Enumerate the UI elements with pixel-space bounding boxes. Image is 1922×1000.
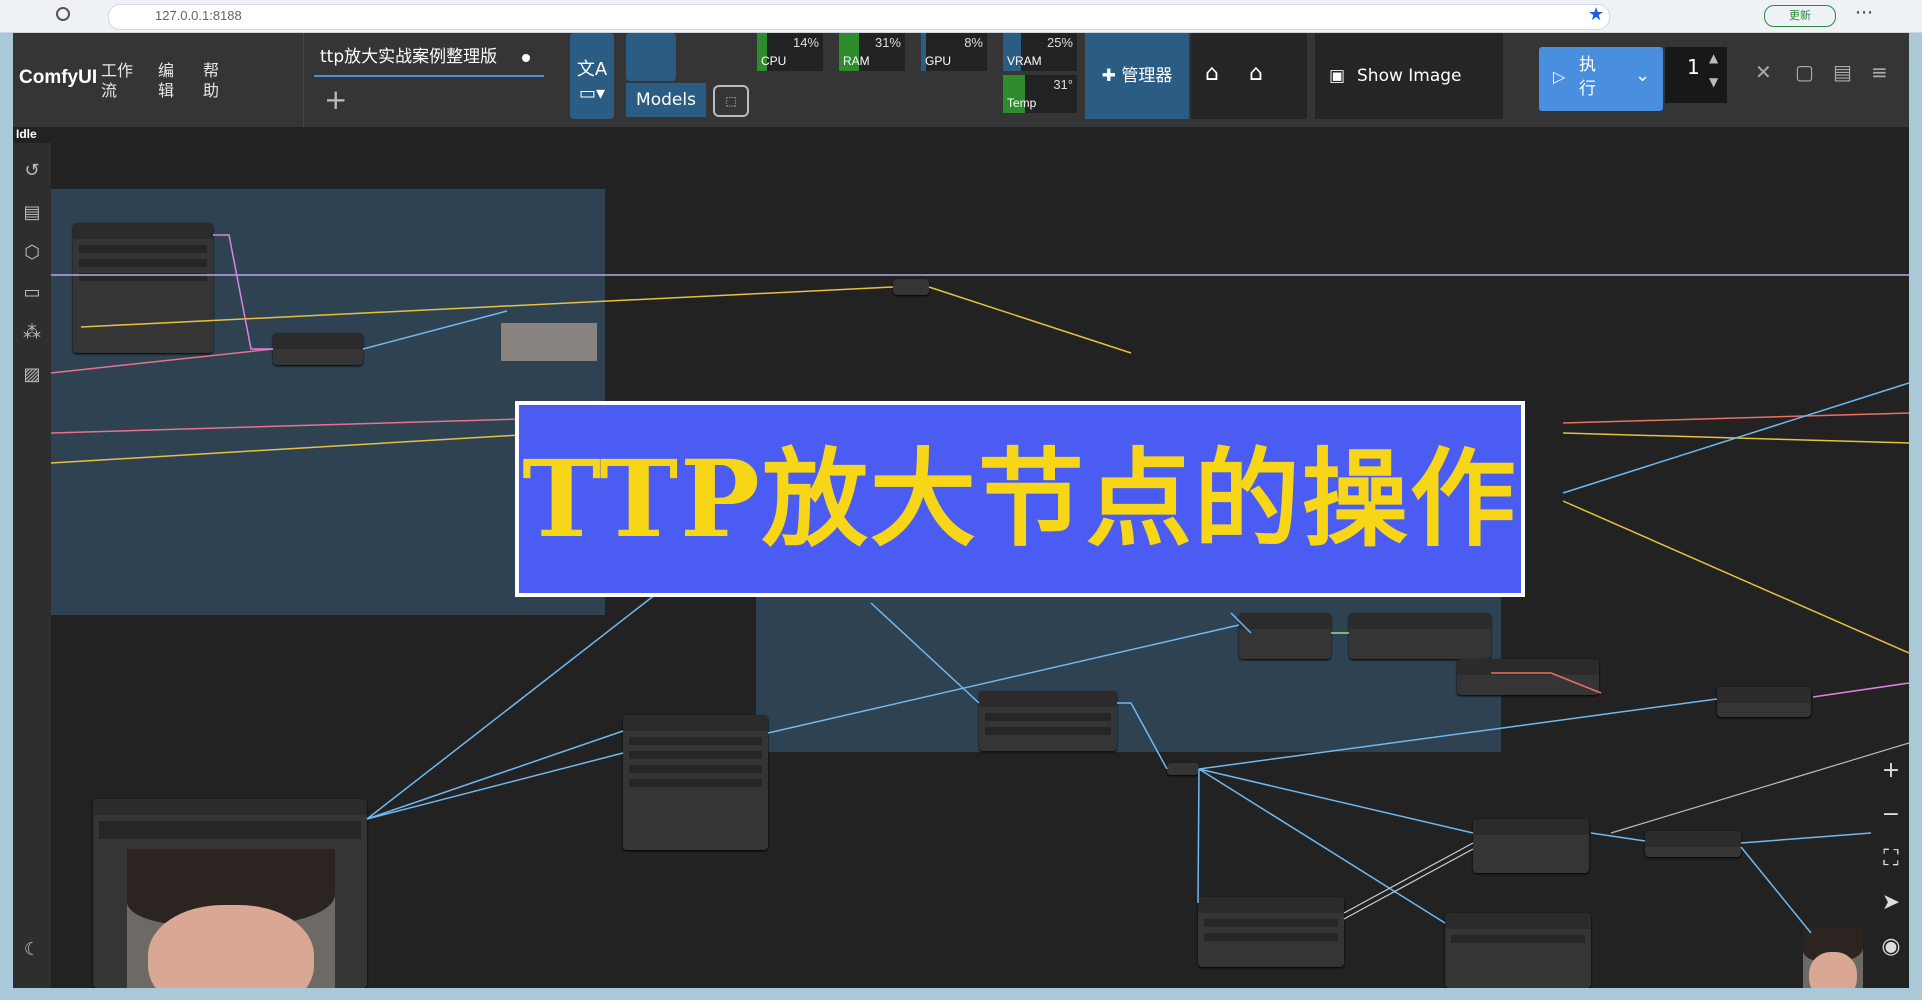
ram-value: 31% <box>874 35 901 50</box>
extension-buttons: ⌂ ⌂ <box>1191 33 1307 119</box>
cpu-value: 14% <box>792 35 819 50</box>
image-icon[interactable]: ▨ <box>22 365 42 385</box>
manager-label: 管理器 <box>1121 66 1173 86</box>
cube-icon[interactable]: ⬡ <box>22 243 42 263</box>
vram-value: 25% <box>1046 35 1073 50</box>
menu-workflow[interactable]: 工作流 <box>101 61 141 101</box>
moon-icon[interactable]: ☾ <box>22 940 42 960</box>
manager-button[interactable]: ✚ 管理器 <box>1085 33 1189 119</box>
run-button[interactable]: ▷ 执行 ⌄ <box>1539 47 1663 111</box>
browser-menu-icon[interactable]: ⋯ <box>1855 2 1873 23</box>
tab-workflow[interactable]: ttp放大实战案例整理版 <box>314 37 544 77</box>
image-feed-icon: ▣ <box>1329 66 1346 86</box>
folder-icon[interactable]: ▭ <box>22 283 42 303</box>
new-tab-plus-icon[interactable]: + <box>324 83 347 116</box>
pointer-mode-icon[interactable]: ➤ <box>1871 881 1909 925</box>
increment-icon[interactable]: ▲ <box>1709 51 1718 65</box>
focus-mode-icon[interactable]: ▢ <box>1795 60 1814 84</box>
unsaved-dot-icon <box>522 54 530 62</box>
vram-label: VRAM <box>1007 54 1042 68</box>
model-manager-icon[interactable] <box>626 33 676 81</box>
translate-button[interactable]: 文A ▭▾ <box>570 33 614 119</box>
tab-title: ttp放大实战案例整理版 <box>320 47 498 67</box>
zoom-out-icon[interactable]: − <box>1871 793 1909 837</box>
banner-text: TTP放大节点的操作 <box>522 436 1518 561</box>
run-label: 执行 <box>1579 55 1596 99</box>
menu-edit[interactable]: 编辑 <box>158 61 178 101</box>
models-button[interactable]: Models <box>626 83 706 117</box>
temp-value: 31° <box>1053 77 1073 92</box>
title-banner: TTP放大节点的操作 <box>515 401 1525 597</box>
vram-monitor: 25% VRAM <box>1003 33 1077 71</box>
workflow-tabs: ttp放大实战案例整理版 + <box>303 33 554 127</box>
cpu-monitor: 14% CPU <box>757 33 823 71</box>
gpu-monitor: 8% GPU <box>921 33 987 71</box>
hamburger-menu-icon[interactable]: ≡ <box>1871 60 1888 84</box>
sidebar: ↺ ▤ ⬡ ▭ ⁂ ▨ ☾ <box>13 143 51 988</box>
queue-count-stepper[interactable]: 1 ▲ ▼ <box>1665 47 1727 103</box>
cpu-label: CPU <box>761 54 787 68</box>
queue-count-value: 1 <box>1687 55 1700 79</box>
puzzle-icon: ✚ <box>1101 66 1116 86</box>
menu-help[interactable]: 帮助 <box>203 61 223 101</box>
show-image-feed-button[interactable]: ▣ Show Image Feed <box>1315 33 1503 172</box>
browser-update-button[interactable]: 更新 <box>1764 5 1836 27</box>
bookmark-star-icon[interactable]: ★ <box>1588 4 1604 25</box>
browser-chrome: 127.0.0.1:8188 ★ 更新 ⋯ <box>0 0 1922 33</box>
queue-icon[interactable]: ▤ <box>22 203 42 223</box>
gpu-value: 8% <box>964 35 983 50</box>
comfyui-app: ComfyUI 工作流 编辑 帮助 ttp放大实战案例整理版 + 文A ▭▾ M… <box>13 33 1909 988</box>
zoom-in-icon[interactable]: + <box>1871 749 1909 793</box>
temp-monitor: 31° Temp <box>1003 75 1077 113</box>
address-bar[interactable]: 127.0.0.1:8188 <box>108 4 1610 30</box>
play-icon: ▷ <box>1553 67 1566 86</box>
app-logo: ComfyUI <box>19 67 98 88</box>
fit-view-icon[interactable]: ⛶ <box>1871 837 1909 881</box>
translate-icon: 文A <box>576 59 608 80</box>
decrement-icon[interactable]: ▼ <box>1709 75 1718 89</box>
folder-dropdown-icon: ▭▾ <box>578 83 606 104</box>
chevron-down-icon[interactable]: ⌄ <box>1635 65 1650 86</box>
share-alt-icon[interactable]: ⌂ <box>1249 61 1263 86</box>
history-icon[interactable]: ↺ <box>22 161 42 181</box>
ram-monitor: 31% RAM <box>839 33 905 71</box>
share-icon[interactable]: ⌂ <box>1205 61 1219 86</box>
reload-icon[interactable] <box>56 7 70 21</box>
gpu-label: GPU <box>925 54 952 68</box>
ram-label: RAM <box>843 54 870 68</box>
toggle-links-eye-icon[interactable]: ◉ <box>1871 925 1909 969</box>
save-icon[interactable]: ⬚ <box>713 85 749 117</box>
node-tree-icon[interactable]: ⁂ <box>22 323 42 343</box>
close-icon[interactable]: ✕ <box>1755 60 1772 84</box>
temp-label: Temp <box>1007 96 1037 110</box>
status-bar: Idle <box>13 127 1909 143</box>
panel-toggle-icon[interactable]: ▤ <box>1833 60 1852 84</box>
url-text: 127.0.0.1:8188 <box>155 8 242 23</box>
canvas-controls: + − ⛶ ➤ ◉ <box>1871 749 1909 979</box>
top-menu-bar: ComfyUI 工作流 编辑 帮助 ttp放大实战案例整理版 + 文A ▭▾ M… <box>13 33 1909 172</box>
